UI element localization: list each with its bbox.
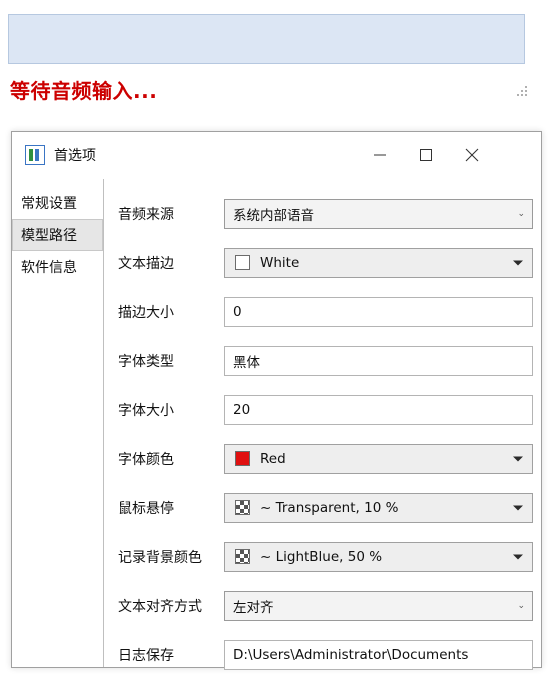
text-align-value: 左对齐	[233, 599, 274, 616]
hover-color-select[interactable]: ~ Transparent, 10 %	[224, 492, 533, 523]
row-hover-color: 鼠标悬停 ~ Transparent, 10 %	[118, 483, 533, 532]
text-outline-color-select[interactable]: White	[224, 247, 533, 278]
row-text-outline: 文本描边 White	[118, 238, 533, 287]
label-hover-color: 鼠标悬停	[118, 500, 174, 517]
sidebar-item-general[interactable]: 常规设置	[12, 187, 103, 219]
row-font-family: 字体类型 黑体	[118, 336, 533, 385]
sidebar-item-about[interactable]: 软件信息	[12, 251, 103, 283]
minimize-button[interactable]	[357, 132, 403, 178]
text-outline-value: White	[260, 254, 300, 271]
outline-size-input[interactable]: 0	[224, 296, 533, 327]
font-size-value: 20	[233, 401, 251, 418]
minimize-icon	[374, 154, 386, 156]
transparency-checker-swatch	[235, 549, 250, 564]
label-font-size: 字体大小	[118, 402, 174, 419]
label-log-path: 日志保存	[118, 647, 174, 664]
maximize-icon	[420, 149, 432, 161]
label-font-color: 字体颜色	[118, 451, 174, 468]
font-family-value: 黑体	[233, 354, 260, 371]
maximize-button[interactable]	[403, 132, 449, 178]
outline-size-value: 0	[233, 303, 242, 320]
label-text-outline: 文本描边	[118, 255, 174, 272]
font-color-swatch	[235, 451, 250, 466]
chevron-down-icon	[513, 260, 523, 265]
row-outline-size: 描边大小 0	[118, 287, 533, 336]
chevron-down-icon	[513, 505, 523, 510]
label-log-background-color: 记录背景颜色	[118, 549, 202, 566]
audio-source-select[interactable]: 系统内部语音 ⌄	[224, 198, 533, 229]
label-outline-size: 描边大小	[118, 304, 174, 321]
sidebar-item-model-path[interactable]: 模型路径	[12, 219, 103, 251]
preferences-dialog: 首选项 常规设置 模型路径 软件信息 音频来源 系统内部语音 ⌄ 文本描边 Wh…	[11, 131, 542, 670]
app-icon	[25, 145, 45, 165]
text-align-select[interactable]: 左对齐 ⌄	[224, 590, 533, 621]
row-audio-source: 音频来源 系统内部语音 ⌄	[118, 189, 533, 238]
dialog-body: 常规设置 模型路径 软件信息 音频来源 系统内部语音 ⌄ 文本描边 White	[12, 179, 541, 670]
resize-grip[interactable]	[515, 86, 529, 100]
caption-display-box[interactable]	[8, 14, 525, 64]
log-background-color-value: ~ LightBlue, 50 %	[260, 548, 383, 565]
row-log-path: 日志保存 D:\Users\Administrator\Documents	[118, 630, 533, 679]
status-message: 等待音频输入...	[10, 79, 158, 103]
settings-form: 音频来源 系统内部语音 ⌄ 文本描边 White 描边大小 0 字体类型 黑体 …	[104, 179, 541, 670]
row-font-color: 字体颜色 Red	[118, 434, 533, 483]
log-background-color-select[interactable]: ~ LightBlue, 50 %	[224, 541, 533, 572]
close-button[interactable]	[449, 132, 495, 178]
label-font-family: 字体类型	[118, 353, 174, 370]
transparency-checker-swatch	[235, 500, 250, 515]
log-path-input[interactable]: D:\Users\Administrator\Documents	[224, 639, 533, 670]
dialog-titlebar[interactable]: 首选项	[12, 132, 541, 179]
font-color-select[interactable]: Red	[224, 443, 533, 474]
chevron-down-icon	[513, 456, 523, 461]
dialog-title: 首选项	[54, 148, 96, 164]
label-text-align: 文本对齐方式	[118, 598, 202, 615]
font-color-value: Red	[260, 450, 286, 467]
chevron-down-icon: ⌄	[517, 600, 525, 611]
chevron-down-icon: ⌄	[517, 208, 525, 219]
log-path-value: D:\Users\Administrator\Documents	[233, 646, 469, 663]
font-size-input[interactable]: 20	[224, 394, 533, 425]
audio-source-value: 系统内部语音	[233, 207, 314, 224]
font-family-input[interactable]: 黑体	[224, 345, 533, 376]
chevron-down-icon	[513, 554, 523, 559]
hover-color-value: ~ Transparent, 10 %	[260, 499, 399, 516]
row-log-background-color: 记录背景颜色 ~ LightBlue, 50 %	[118, 532, 533, 581]
row-font-size: 字体大小 20	[118, 385, 533, 434]
label-audio-source: 音频来源	[118, 206, 174, 223]
close-icon	[465, 148, 479, 162]
settings-sidebar: 常规设置 模型路径 软件信息	[12, 179, 104, 667]
row-text-align: 文本对齐方式 左对齐 ⌄	[118, 581, 533, 630]
outline-color-swatch	[235, 255, 250, 270]
